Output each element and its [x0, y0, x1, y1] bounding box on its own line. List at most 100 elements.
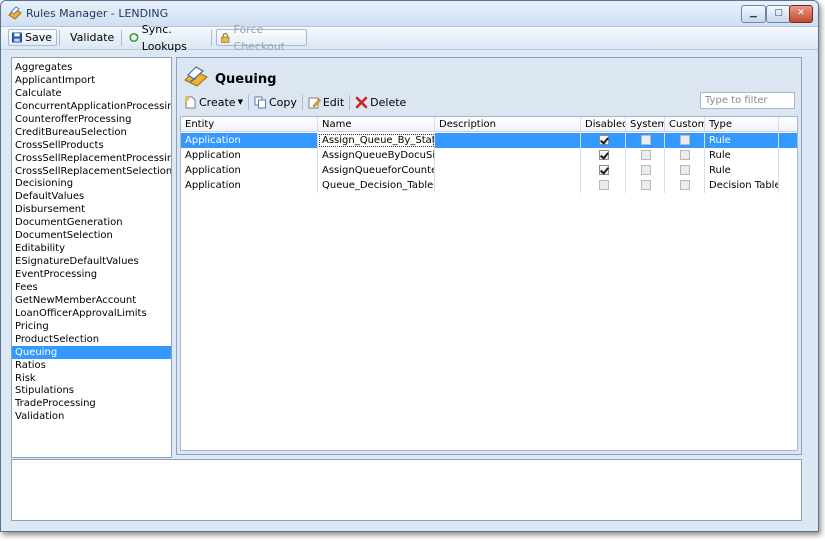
sidebar-item[interactable]: Validation [12, 410, 171, 423]
sidebar-item[interactable]: GetNewMemberAccount [12, 294, 171, 307]
sidebar-item[interactable]: Ratios [12, 359, 171, 372]
lock-icon [221, 32, 230, 43]
sync-icon [129, 32, 139, 43]
cell-disabled [581, 148, 626, 163]
rule-category-list[interactable]: Aggregates ApplicantImport Calculate Concur… [11, 57, 172, 458]
sidebar-item[interactable]: LoanOfficerApprovalLimits [12, 307, 171, 320]
cell-system [626, 163, 665, 178]
row-filler [779, 148, 797, 163]
custom-checkbox[interactable] [680, 150, 690, 160]
sidebar-item[interactable]: Pricing [12, 320, 171, 333]
custom-checkbox[interactable] [680, 180, 690, 190]
sidebar-item[interactable]: ConcurrentApplicationProcessing [12, 100, 171, 113]
cell-system [626, 178, 665, 193]
sidebar-item[interactable]: Calculate [12, 87, 171, 100]
table-row[interactable]: Application Assign_Queue_By_Status Rule [181, 133, 797, 148]
copy-label: Copy [268, 95, 297, 109]
sync-label: Sync. Lookups [141, 22, 187, 53]
edit-label: Edit [322, 95, 345, 109]
header-description[interactable]: Description [435, 117, 581, 132]
close-button[interactable]: ✕ [789, 5, 813, 23]
create-button[interactable]: Create ▼ [181, 94, 246, 111]
header-system[interactable]: System [626, 117, 665, 132]
cell-type: Decision Table [705, 178, 779, 193]
sidebar-item[interactable]: DocumentSelection [12, 229, 171, 242]
sidebar-item[interactable]: Editability [12, 242, 171, 255]
cell-custom [665, 148, 705, 163]
sidebar-item[interactable]: Stipulations [12, 384, 171, 397]
sidebar-item[interactable]: ProductSelection [12, 333, 171, 346]
new-document-icon [184, 96, 196, 108]
panel-toolbar-separator [247, 94, 249, 110]
save-button[interactable]: Save [8, 29, 57, 46]
cell-description [435, 163, 581, 178]
table-row[interactable]: Application Queue_Decision_Table Decision … [181, 178, 797, 193]
rules-manager-window: Rules Manager - LENDING ▁ ▢ ✕ Save Valid… [0, 0, 819, 532]
header-disabled[interactable]: Disabled [581, 117, 626, 132]
cell-type: Rule [705, 163, 779, 178]
sidebar-item[interactable]: Aggregates [12, 61, 171, 74]
sidebar-item[interactable]: ESignatureDefaultValues [12, 255, 171, 268]
sidebar-item[interactable]: Disbursement [12, 203, 171, 216]
copy-button[interactable]: Copy [251, 94, 300, 111]
sidebar-item[interactable]: CrossSellReplacementProcessing [12, 152, 171, 165]
rules-panel: Queuing Create ▼ Copy Edit Delete Type t… [176, 57, 802, 455]
system-checkbox[interactable] [641, 150, 651, 160]
system-checkbox[interactable] [641, 165, 651, 175]
maximize-button[interactable]: ▢ [766, 5, 791, 23]
minimize-button[interactable]: ▁ [741, 5, 766, 23]
disabled-checkbox[interactable] [599, 135, 609, 145]
cell-type: Rule [705, 133, 779, 148]
sidebar-item[interactable]: Fees [12, 281, 171, 294]
system-checkbox[interactable] [641, 135, 651, 145]
cell-custom [665, 133, 705, 148]
sidebar-item[interactable]: ApplicantImport [12, 74, 171, 87]
table-row[interactable]: ApplicationAssignQueueforCounterof Rule [181, 163, 797, 178]
disabled-checkbox[interactable] [599, 180, 609, 190]
disabled-checkbox[interactable] [599, 165, 609, 175]
sidebar-item[interactable]: CrossSellProducts [12, 139, 171, 152]
sidebar-item[interactable]: Queuing [12, 345, 171, 359]
sidebar-item[interactable]: CrossSellReplacementSelection [12, 165, 171, 178]
sidebar-item[interactable]: CounterofferProcessing [12, 113, 171, 126]
title-bar[interactable]: Rules Manager - LENDING ▁ ▢ ✕ [1, 1, 818, 27]
cell-type: Rule [705, 148, 779, 163]
header-filler [779, 117, 797, 132]
cell-system [626, 133, 665, 148]
sidebar-item[interactable]: TradeProcessing [12, 397, 171, 410]
custom-checkbox[interactable] [680, 135, 690, 145]
cell-description [435, 178, 581, 193]
custom-checkbox[interactable] [680, 165, 690, 175]
toolbar-separator [121, 30, 122, 46]
sidebar-item[interactable]: DefaultValues [12, 190, 171, 203]
cell-description [435, 148, 581, 163]
header-entity[interactable]: Entity [181, 117, 318, 132]
header-custom[interactable]: Custom [665, 117, 705, 132]
delete-button[interactable]: Delete [352, 94, 409, 111]
edit-button[interactable]: Edit [305, 94, 347, 111]
sync-lookups-button[interactable]: Sync. Lookups [125, 23, 206, 53]
panel-toolbar: Create ▼ Copy Edit Delete [181, 93, 409, 111]
sidebar-item[interactable]: DocumentGeneration [12, 216, 171, 229]
cell-name: Assign_Queue_By_Status [318, 133, 435, 148]
cell-name: AssignQueueByDocuSignS [318, 148, 435, 163]
disabled-checkbox[interactable] [599, 150, 609, 160]
validate-button[interactable]: Validate [63, 29, 119, 46]
copy-icon [254, 96, 266, 108]
header-name[interactable]: Name [318, 117, 435, 132]
cell-custom [665, 163, 705, 178]
cell-system [626, 148, 665, 163]
sidebar-item[interactable]: Risk [12, 372, 171, 385]
sidebar-item[interactable]: EventProcessing [12, 268, 171, 281]
details-panel [11, 459, 802, 521]
row-filler [779, 133, 797, 148]
force-checkout-button[interactable]: Force Checkout [216, 23, 307, 53]
header-type[interactable]: Type [705, 117, 779, 132]
filter-input[interactable]: Type to filter [700, 92, 795, 109]
sidebar-item[interactable]: Decisioning [12, 177, 171, 190]
cell-description [435, 133, 581, 148]
edit-icon [308, 97, 321, 108]
table-row[interactable]: ApplicationAssignQueueByDocuSignS Rule [181, 148, 797, 163]
system-checkbox[interactable] [641, 180, 651, 190]
sidebar-item[interactable]: CreditBureauSelection [12, 126, 171, 139]
